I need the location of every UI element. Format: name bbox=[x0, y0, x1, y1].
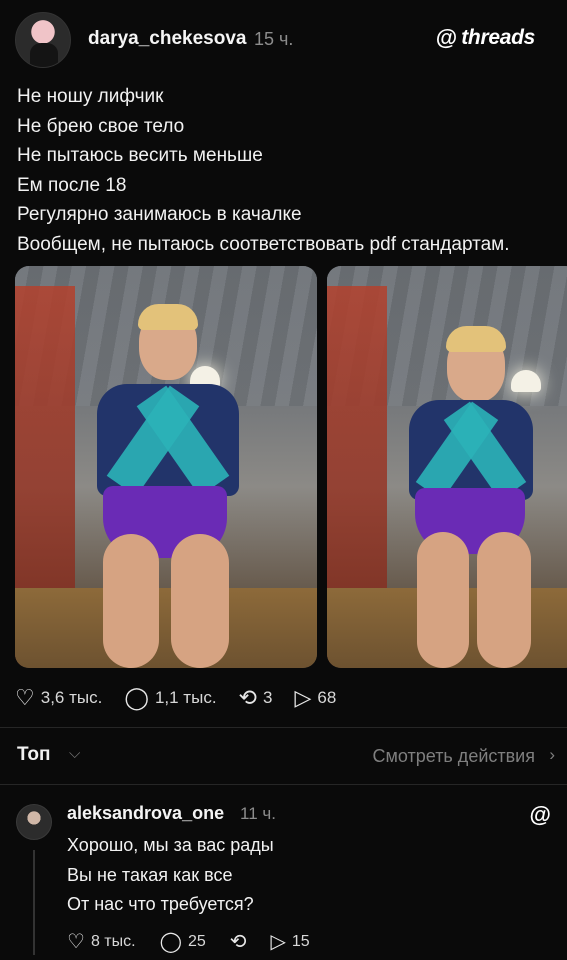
post-line: Вообщем, не пытаюсь соответствовать pdf … bbox=[17, 233, 510, 255]
author-username[interactable]: darya_chekesova bbox=[88, 28, 246, 50]
comment-text: Хорошо, мы за вас рады Вы не такая как в… bbox=[67, 831, 274, 920]
post-photo-2[interactable] bbox=[327, 266, 567, 668]
comment-share-count: 15 bbox=[291, 933, 310, 950]
gym-photo bbox=[327, 266, 567, 668]
comment-repost-button[interactable]: ⟲ bbox=[230, 932, 247, 952]
comment-actions: ♡ 8 тыс. ◯ 25 ⟲ ▷ 15 bbox=[67, 929, 334, 955]
reply-icon: ◯ bbox=[159, 931, 182, 953]
like-button[interactable]: ♡ 3,6 тыс. bbox=[15, 687, 102, 709]
divider bbox=[0, 784, 567, 785]
repost-count: 3 bbox=[262, 688, 273, 707]
reply-count: 1,1 тыс. bbox=[154, 688, 217, 707]
post-line: Не пытаюсь весить меньше bbox=[17, 145, 263, 167]
threads-logo-icon: @ bbox=[529, 802, 551, 827]
comment-share-button[interactable]: ▷ 15 bbox=[271, 932, 310, 952]
post-time: 15 ч. bbox=[254, 29, 294, 49]
threads-wordmark: threads bbox=[461, 26, 535, 49]
view-activity-link[interactable]: Смотреть действия bbox=[373, 746, 535, 767]
chevron-down-icon[interactable]: ⌵ bbox=[69, 745, 80, 762]
comment-line: Вы не такая как все bbox=[67, 864, 233, 885]
post-photo-1[interactable] bbox=[15, 266, 317, 668]
repost-button[interactable]: ⟲ 3 bbox=[239, 687, 273, 709]
reply-button[interactable]: ◯ 1,1 тыс. bbox=[124, 687, 216, 709]
thread-line bbox=[33, 850, 35, 955]
comment-like-button[interactable]: ♡ 8 тыс. bbox=[67, 932, 136, 952]
post-line: Не ношу лифчик bbox=[17, 86, 164, 107]
comment-line: Хорошо, мы за вас рады bbox=[67, 835, 274, 855]
gym-photo bbox=[15, 266, 317, 668]
comment-time: 11 ч. bbox=[240, 804, 276, 823]
share-icon: ▷ bbox=[270, 931, 286, 953]
chevron-right-icon[interactable]: › bbox=[549, 745, 555, 765]
like-count: 3,6 тыс. bbox=[40, 688, 103, 707]
threads-logo-icon: @ bbox=[435, 25, 458, 50]
share-button[interactable]: ▷ 68 bbox=[294, 687, 336, 709]
post-text: Не ношу лифчик Не брею свое тело Не пыта… bbox=[17, 82, 557, 260]
comment-reply-count: 25 bbox=[187, 933, 206, 950]
share-icon: ▷ bbox=[294, 685, 312, 710]
post-line: Регулярно занимаюсь в качалке bbox=[17, 204, 302, 226]
sort-dropdown[interactable]: Топ bbox=[17, 744, 51, 766]
post-line: Ем после 18 bbox=[17, 174, 127, 196]
reply-icon: ◯ bbox=[124, 685, 149, 710]
author-avatar[interactable] bbox=[15, 12, 71, 68]
comment-reply-button[interactable]: ◯ 25 bbox=[160, 932, 206, 952]
comment-like-count: 8 тыс. bbox=[90, 933, 136, 950]
post-actions: ♡ 3,6 тыс. ◯ 1,1 тыс. ⟲ 3 ▷ 68 bbox=[15, 684, 358, 712]
heart-icon: ♡ bbox=[67, 931, 85, 953]
commenter-avatar[interactable] bbox=[16, 804, 52, 840]
comment-line: От нас что требуется? bbox=[67, 894, 254, 914]
threads-brand: @ threads bbox=[435, 25, 536, 50]
repost-icon: ⟲ bbox=[238, 685, 257, 710]
heart-icon: ♡ bbox=[15, 685, 35, 710]
post-line: Не брею свое тело bbox=[17, 115, 185, 137]
post-header: darya_chekesova 15 ч. @ threads bbox=[0, 0, 567, 80]
repost-icon: ⟲ bbox=[229, 931, 247, 953]
comments-sort-row: Топ ⌵ Смотреть действия › bbox=[17, 744, 555, 770]
commenter-username[interactable]: aleksandrova_one bbox=[67, 803, 224, 824]
share-count: 68 bbox=[317, 688, 337, 707]
divider bbox=[0, 727, 567, 728]
